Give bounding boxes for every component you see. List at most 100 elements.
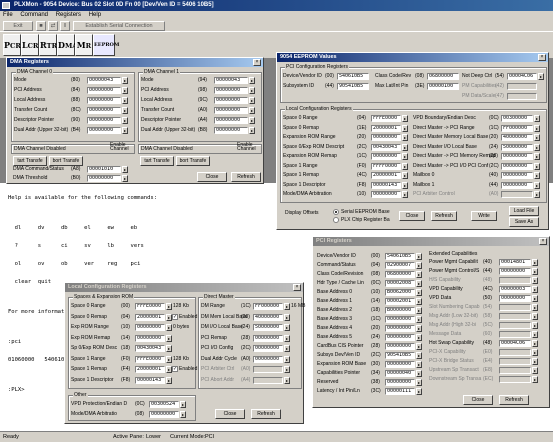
eeprom-notdeep-field[interactable]: 00004C06 (507, 73, 537, 80)
eeprom-local-field[interactable]: 00300000 (501, 115, 533, 122)
pci-ext-field[interactable]: 00000000 (499, 295, 531, 302)
dma-registers-button[interactable]: DMA (57, 34, 77, 56)
runtime-registers-button[interactable]: RTR (39, 34, 57, 56)
spin-icon[interactable]: ▸ (416, 334, 422, 341)
pci-register-field[interactable]: 00002001 (385, 298, 415, 305)
spin-icon[interactable]: ▸ (402, 191, 408, 198)
spin-icon[interactable]: ▸ (166, 303, 172, 310)
spin-icon[interactable]: ▸ (534, 124, 540, 132)
spin-icon[interactable]: ▸ (122, 87, 128, 94)
pci-register-field[interactable]: 00000000 (385, 316, 415, 323)
pci-register-field[interactable]: 00000000 (385, 334, 415, 341)
eeprom-local-field[interactable]: 00430043 (371, 143, 401, 151)
pci-register-field[interactable]: 00000000 (385, 325, 415, 332)
spin-icon[interactable]: ▸ (284, 324, 290, 331)
eeprom-subsys-field[interactable]: 905410B5 (337, 83, 369, 90)
spin-icon[interactable]: ▸ (534, 153, 540, 160)
close-icon[interactable]: × (538, 54, 546, 61)
eeprom-local-field[interactable]: 00000000 (501, 162, 533, 170)
spin-icon[interactable]: ▸ (249, 97, 255, 104)
lcr-space-field[interactable]: 20000001 (135, 366, 165, 373)
spin-icon[interactable]: ▸ (402, 153, 408, 160)
write-button[interactable]: Write (471, 211, 497, 221)
lcr-dm-field[interactable]: 50000000 (253, 324, 283, 331)
close-button[interactable]: Close (463, 395, 493, 405)
local-config-registers-button[interactable]: LCR (21, 34, 39, 56)
dma-ch1-field[interactable]: 00000043 (214, 77, 248, 84)
dma-ch0-field[interactable]: 00000043 (87, 77, 121, 84)
spin-icon[interactable]: ▸ (122, 127, 128, 134)
spin-icon[interactable]: ▸ (416, 271, 422, 278)
dma-threshold-field[interactable]: 00000000 (87, 175, 121, 182)
spin-icon[interactable]: ▸ (166, 355, 172, 363)
lcr-dialog-title[interactable]: Local Configuration Registers (65, 283, 303, 292)
spin-icon[interactable]: ▸ (416, 325, 422, 332)
spin-icon[interactable]: ▸ (402, 134, 408, 141)
eeprom-devven-field[interactable]: 540610B5 (337, 73, 369, 80)
spin-icon[interactable]: ▸ (180, 401, 186, 408)
dma-ch1-field[interactable]: 00000000 (214, 87, 248, 94)
spin-icon[interactable]: ▸ (122, 117, 128, 124)
lcr-space-field[interactable]: FFFE0000 (135, 355, 165, 363)
close-icon[interactable]: × (539, 238, 547, 245)
lcr-dm-field[interactable]: 00000000 (253, 345, 283, 352)
spin-icon[interactable]: ▸ (532, 295, 538, 302)
spin-icon[interactable]: ▸ (416, 289, 422, 296)
start-transfer-button[interactable]: tart Transfe (13, 156, 47, 166)
spin-icon[interactable]: ▸ (284, 345, 290, 352)
connect-icon[interactable]: ⇄ (48, 21, 58, 31)
spin-icon[interactable]: ▸ (416, 253, 422, 260)
dma-ch0-field[interactable]: 00000000 (87, 87, 121, 94)
pci-register-field[interactable]: 00000000 (385, 379, 415, 386)
lcr-dm-field[interactable]: 00000000 (253, 334, 283, 342)
stop-icon[interactable]: ■ (36, 21, 46, 31)
pci-register-field[interactable]: 00000000 (385, 343, 415, 350)
pci-ext-field[interactable]: 00000003 (499, 286, 531, 293)
spin-icon[interactable]: ▸ (402, 181, 408, 189)
load-file-button[interactable]: Load File (509, 206, 539, 216)
dma-ch1-field[interactable]: 00000000 (214, 117, 248, 124)
spin-icon[interactable]: ▸ (534, 143, 540, 151)
spin-icon[interactable]: ▸ (122, 77, 128, 84)
spin-icon[interactable]: ▸ (402, 115, 408, 122)
spin-icon[interactable]: ▸ (532, 286, 538, 293)
pci-register-field[interactable]: B0000000 (385, 307, 415, 314)
lcr-dm-field[interactable]: 00000000 (253, 355, 283, 363)
lcr-space-field[interactable]: 00000000 (135, 324, 165, 331)
pci-ext-field[interactable]: 00014801 (499, 259, 531, 266)
lcr-other-field[interactable]: 00300524 (149, 401, 179, 408)
main-title-bar[interactable]: PLXMon - 9054 Device: Bus 02 Slot 0D Fn … (0, 0, 553, 11)
lcr-space-field[interactable]: 00000000 (135, 334, 165, 342)
spin-icon[interactable]: ▸ (166, 334, 172, 342)
eeprom-local-field[interactable]: 40000000 (501, 134, 533, 141)
pci-ext-field[interactable]: 00000000 (499, 268, 531, 275)
pci-register-field[interactable]: 02900007 (385, 262, 415, 269)
spin-icon[interactable]: ▸ (166, 345, 172, 352)
spin-icon[interactable]: ▸ (534, 162, 540, 170)
spin-icon[interactable]: ▸ (534, 172, 540, 179)
dma-ch1-field[interactable]: 00000000 (214, 127, 248, 134)
spin-icon[interactable]: ▸ (416, 388, 422, 395)
save-as-button[interactable]: Save As (509, 217, 539, 227)
spin-icon[interactable]: ▸ (416, 343, 422, 350)
dma-ch0-field[interactable]: 00000000 (87, 107, 121, 114)
spin-icon[interactable]: ▸ (538, 73, 544, 80)
spin-icon[interactable]: ▸ (402, 124, 408, 132)
pci-register-field[interactable]: 00000111 (385, 388, 415, 395)
spin-icon[interactable]: ▸ (416, 262, 422, 269)
spin-icon[interactable]: ▸ (416, 352, 422, 359)
spin-icon[interactable]: ▸ (416, 316, 422, 323)
close-button[interactable]: Close (215, 409, 245, 419)
eeprom-local-field[interactable]: 00000000 (371, 153, 401, 160)
spin-icon[interactable]: ▸ (416, 361, 422, 368)
pci-register-field[interactable]: 00000000 (385, 361, 415, 368)
lcr-space-field[interactable]: 20000001 (135, 313, 165, 321)
lcr-dm-field[interactable]: FF000000 (253, 303, 283, 310)
menu-file[interactable]: File (3, 12, 13, 18)
spin-icon[interactable]: ▸ (249, 77, 255, 84)
pci-register-field[interactable]: 00002008 (385, 280, 415, 287)
serial-eeprom-radio[interactable] (333, 209, 339, 215)
pci-register-field[interactable]: 06800000 (385, 271, 415, 278)
eeprom-button[interactable]: EEPROM (93, 34, 119, 56)
spin-icon[interactable]: ▸ (122, 97, 128, 104)
